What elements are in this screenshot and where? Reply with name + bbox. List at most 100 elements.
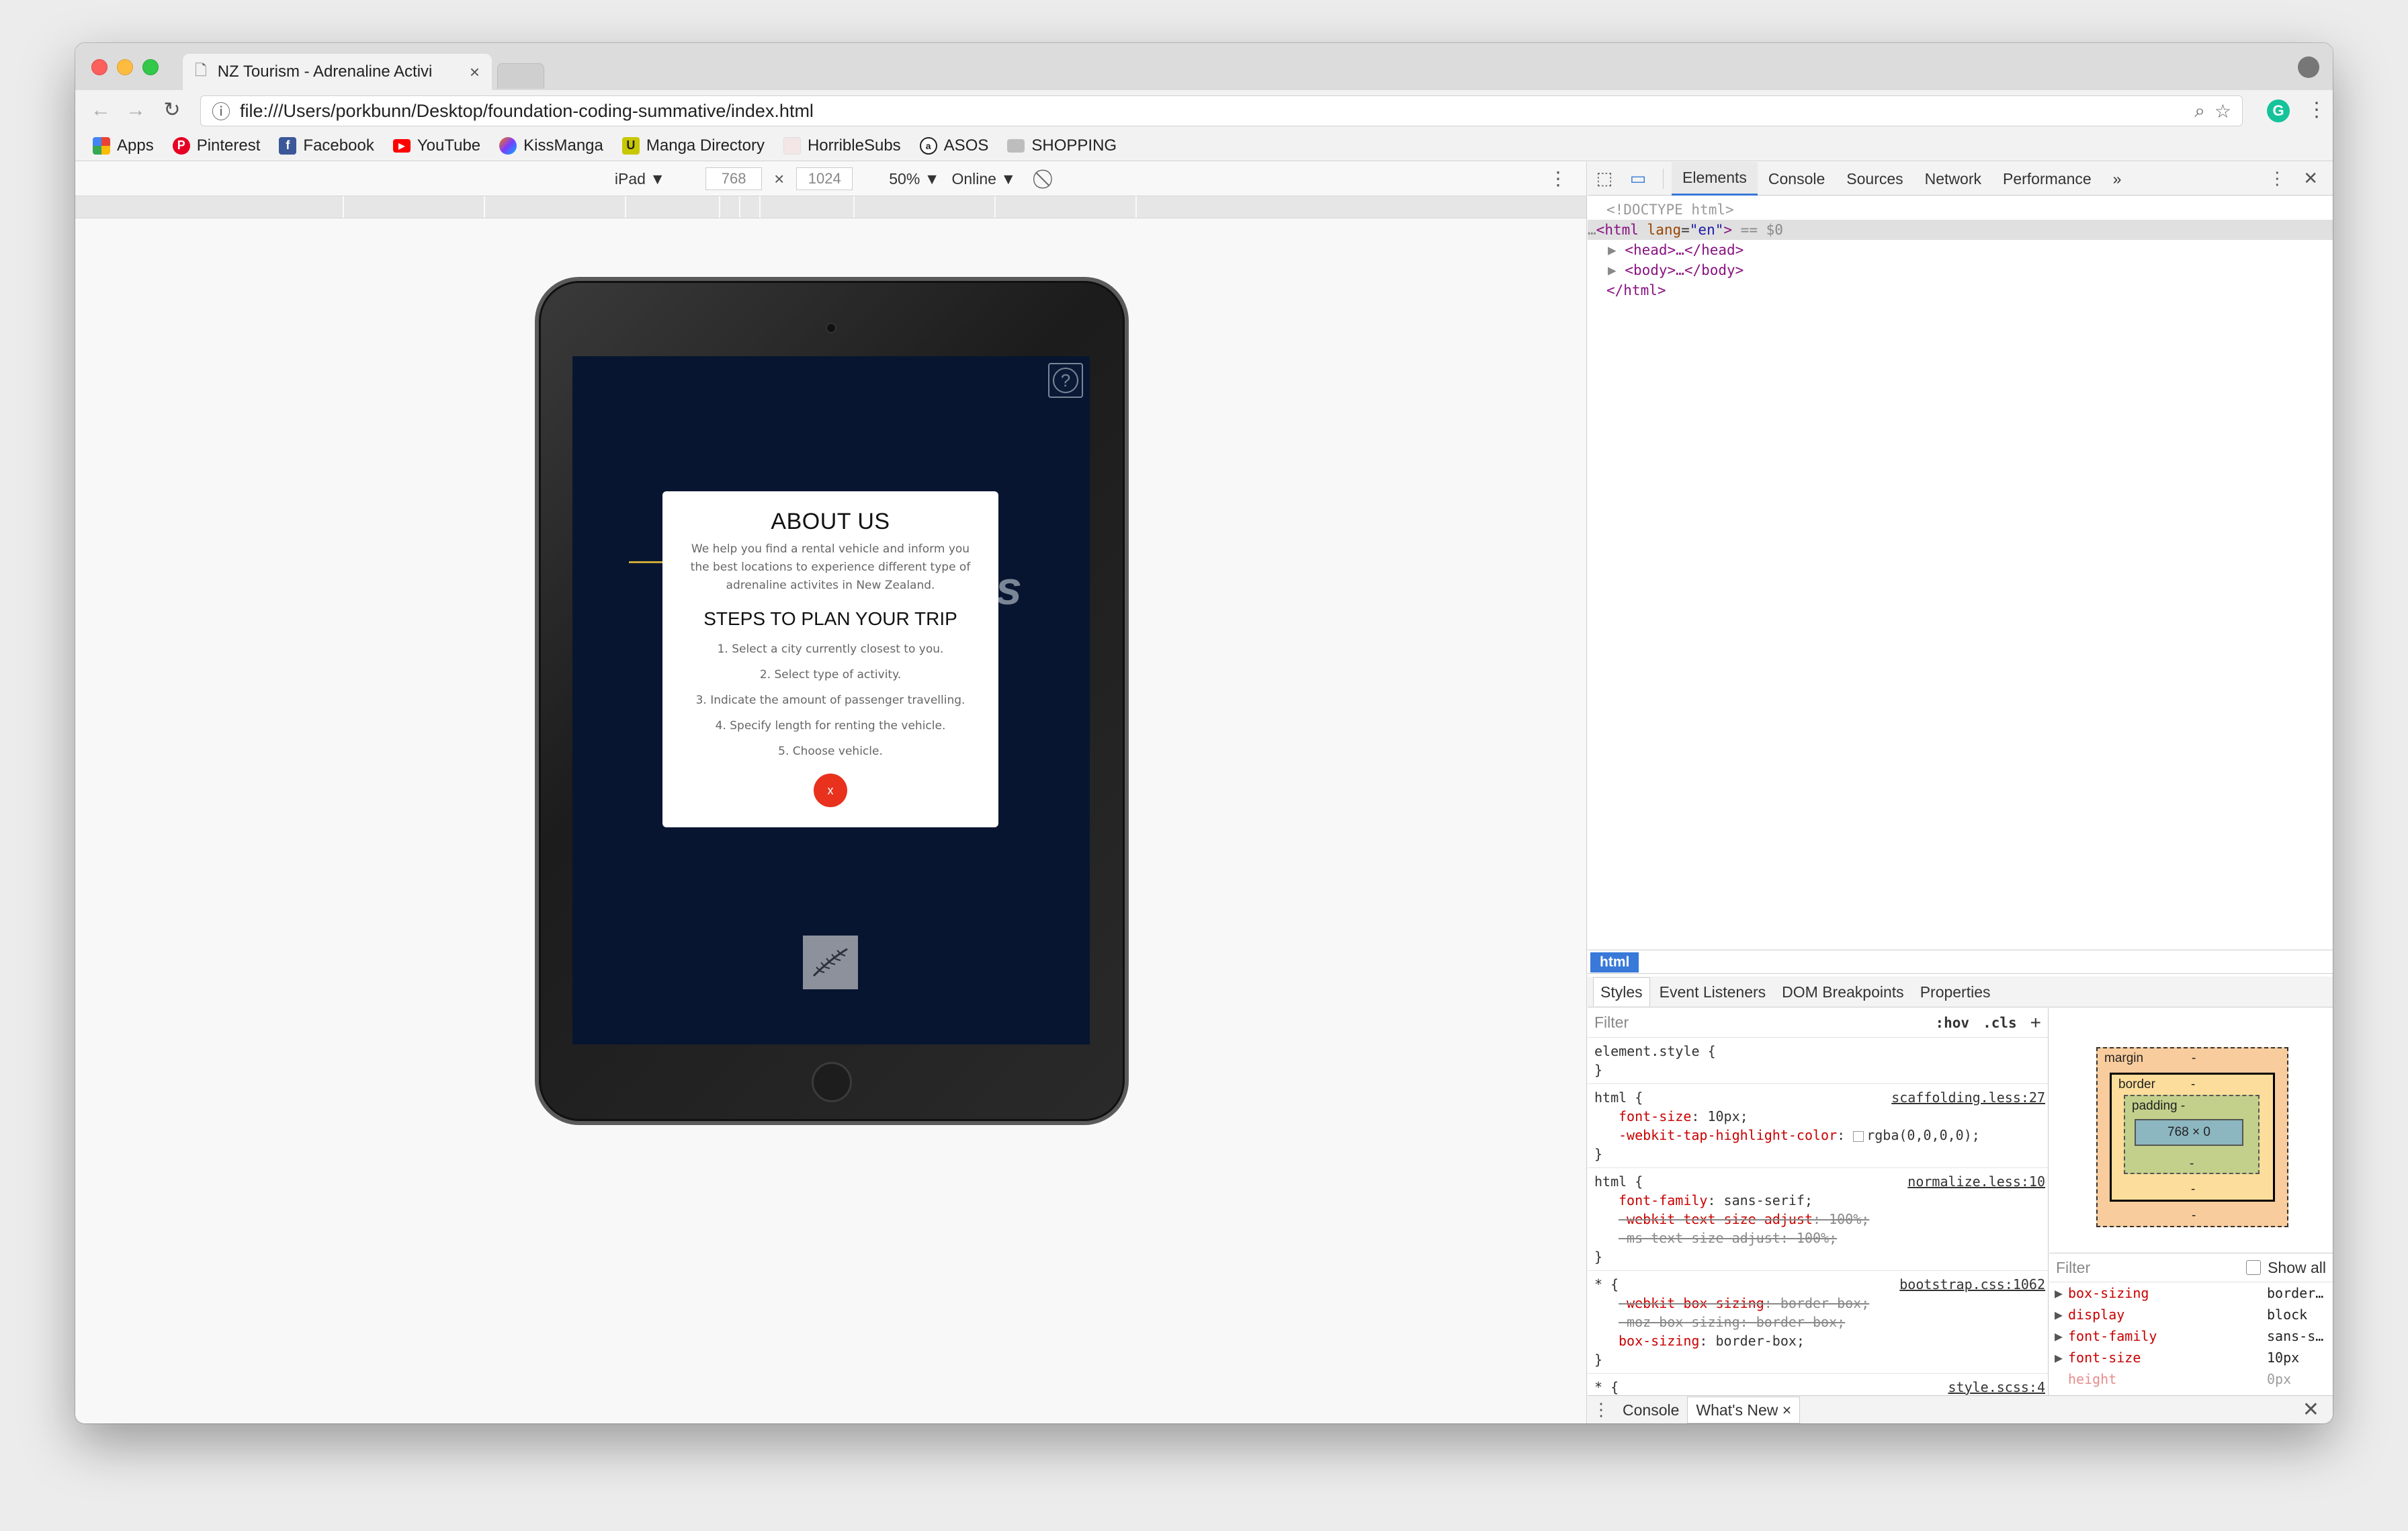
css-declaration-overridden[interactable]: -webkit-box-sizing: border-box; (1594, 1294, 2041, 1313)
devtools-close-icon[interactable]: ✕ (2303, 168, 2318, 189)
media-segment[interactable] (626, 196, 720, 218)
bookmark-asos[interactable]: a ASOS (919, 136, 988, 155)
back-icon[interactable]: ← (87, 97, 114, 124)
tab-console[interactable]: Console (1758, 162, 1836, 196)
media-query-bar[interactable] (75, 196, 1586, 218)
menu-icon[interactable]: ⋮ (2303, 97, 2330, 124)
help-button[interactable]: ? (1048, 363, 1083, 398)
drawer-close-icon[interactable]: ✕ (2303, 1398, 2333, 1421)
rule-source-link[interactable]: style.scss:4 (1948, 1378, 2046, 1395)
media-segment[interactable] (996, 196, 1137, 218)
devtools-menu-icon[interactable]: ⋮ (2268, 168, 2286, 189)
new-tab-button[interactable] (497, 63, 544, 89)
zoom-select[interactable]: 50% ▼ (889, 170, 939, 188)
expand-arrow-icon[interactable]: ▶ (2055, 1304, 2068, 1325)
more-tabs-icon[interactable]: » (2102, 162, 2133, 196)
media-segment[interactable] (720, 196, 740, 218)
close-modal-button[interactable]: x (814, 774, 847, 807)
expand-arrow-icon[interactable]: ▶ (2055, 1347, 2068, 1368)
media-segment[interactable] (75, 196, 344, 218)
drawer-tab-whats-new[interactable]: What's New × (1687, 1396, 1801, 1423)
expand-arrow-icon[interactable]: ▶ (1608, 262, 1617, 278)
height-input[interactable]: 1024 (796, 167, 853, 190)
css-declaration-overridden[interactable]: -webkit-text-size-adjust: 100%; (1594, 1210, 2041, 1229)
profile-icon[interactable] (2298, 56, 2319, 78)
window-zoom-button[interactable] (142, 59, 159, 75)
tab-close-icon[interactable]: × (470, 62, 480, 83)
tab-network[interactable]: Network (1914, 162, 1992, 196)
computed-row[interactable]: ▶ font-size 10px (2049, 1347, 2333, 1368)
tab-event-listeners[interactable]: Event Listeners (1653, 978, 1773, 1006)
bookmark-youtube[interactable]: ▶ YouTube (392, 136, 480, 155)
media-segment[interactable] (855, 196, 996, 218)
computed-row[interactable]: height 0px (2049, 1368, 2333, 1390)
rule-source-link[interactable]: normalize.less:10 (1907, 1172, 2045, 1191)
expand-arrow-icon[interactable]: ▶ (2055, 1282, 2068, 1304)
color-swatch-icon[interactable] (1853, 1130, 1864, 1142)
tab-performance[interactable]: Performance (1992, 162, 2102, 196)
zoom-icon[interactable]: ⌕ (2194, 100, 2205, 122)
media-segment[interactable] (761, 196, 855, 218)
box-model-border[interactable]: border - - padding - - 768 × 0 (2110, 1073, 2275, 1202)
class-toggle[interactable]: .cls (1983, 1015, 2017, 1031)
media-segment[interactable] (485, 196, 626, 218)
box-model-padding[interactable]: padding - - 768 × 0 (2124, 1095, 2260, 1174)
show-all-checkbox[interactable] (2246, 1260, 2262, 1275)
drawer-menu-icon[interactable]: ⋮ (1588, 1399, 1615, 1420)
width-input[interactable]: 768 (705, 167, 763, 190)
box-model-margin[interactable]: margin - - border - - padding - - 768 × … (2096, 1047, 2288, 1227)
media-segment[interactable] (740, 196, 761, 218)
bookmark-facebook[interactable]: f Facebook (279, 136, 374, 155)
computed-row[interactable]: ▶ font-family sans-s… (2049, 1325, 2333, 1347)
computed-row[interactable]: ▶ box-sizing border… (2049, 1282, 2333, 1304)
tab-styles[interactable]: Styles (1593, 977, 1650, 1006)
css-declaration[interactable]: box-sizing: border-box; (1594, 1331, 2041, 1350)
reload-icon[interactable]: ↻ (159, 97, 185, 124)
breadcrumb-html[interactable]: html (1590, 952, 1639, 973)
window-minimize-button[interactable] (117, 59, 133, 75)
info-icon[interactable]: ⓘ (212, 97, 230, 124)
browser-tab[interactable]: 🗋 NZ Tourism - Adrenaline Activi × (183, 54, 492, 90)
bookmark-kissmanga[interactable]: KissManga (499, 136, 603, 155)
network-select[interactable]: Online ▼ (951, 170, 1016, 188)
css-declaration-overridden[interactable]: -moz-box-sizing: border-box; (1594, 1313, 2041, 1331)
expand-arrow-icon[interactable]: ▶ (2055, 1325, 2068, 1347)
hover-state-toggle[interactable]: :hov (1935, 1015, 1969, 1031)
window-close-button[interactable] (91, 59, 108, 75)
computed-filter-input[interactable]: Filter (2056, 1259, 2090, 1277)
rule-source-link[interactable]: bootstrap.css:1062 (1899, 1275, 2045, 1294)
dom-doctype[interactable]: <!DOCTYPE html> (1588, 200, 2333, 220)
tab-elements[interactable]: Elements (1672, 161, 1758, 196)
inspect-element-icon[interactable]: ⬚ (1588, 168, 1621, 189)
forward-icon[interactable]: → (122, 97, 149, 124)
device-more-icon[interactable]: ⋮ (1549, 167, 1567, 190)
close-icon[interactable]: × (1782, 1401, 1791, 1419)
css-declaration[interactable]: font-size: 10px; (1594, 1107, 2041, 1126)
device-toggle-icon[interactable]: ▭ (1621, 168, 1655, 189)
box-model-content[interactable]: 768 × 0 (2135, 1119, 2243, 1146)
dom-html-close[interactable]: </html> (1588, 280, 2333, 300)
address-bar[interactable]: ⓘ file:///Users/porkbunn/Desktop/foundat… (200, 95, 2243, 126)
dom-node-body[interactable]: ▶ <body>…</body> (1588, 260, 2333, 280)
bookmark-apps[interactable]: Apps (93, 136, 154, 155)
rule-source-link[interactable]: scaffolding.less:27 (1891, 1088, 2045, 1107)
tab-dom-breakpoints[interactable]: DOM Breakpoints (1775, 978, 1911, 1006)
bookmark-star-icon[interactable]: ☆ (2214, 100, 2231, 122)
tab-properties[interactable]: Properties (1914, 978, 1997, 1006)
device-select[interactable]: iPad ▼ (615, 170, 665, 188)
bookmark-pinterest[interactable]: P Pinterest (172, 136, 260, 155)
css-declaration-overridden[interactable]: -ms-text-size-adjust: 100%; (1594, 1229, 2041, 1247)
bookmark-folder-shopping[interactable]: SHOPPING (1007, 136, 1117, 155)
show-all-toggle[interactable]: Show all (2246, 1259, 2326, 1277)
css-declaration[interactable]: font-family: sans-serif; (1594, 1191, 2041, 1210)
add-rule-icon[interactable]: + (2030, 1012, 2041, 1034)
expand-arrow-icon[interactable]: ▶ (1608, 242, 1617, 258)
dom-node-html[interactable]: …<html lang="en"> == $0 (1588, 220, 2333, 240)
bookmark-horriblesubs[interactable]: HorribleSubs (783, 136, 901, 155)
grammarly-extension-icon[interactable]: G (2267, 99, 2290, 122)
bookmark-manga-directory[interactable]: U Manga Directory (621, 136, 765, 155)
computed-row[interactable]: ▶ display block (2049, 1304, 2333, 1325)
tab-sources[interactable]: Sources (1836, 162, 1914, 196)
media-segment[interactable] (344, 196, 485, 218)
drawer-tab-console[interactable]: Console (1615, 1397, 1687, 1423)
